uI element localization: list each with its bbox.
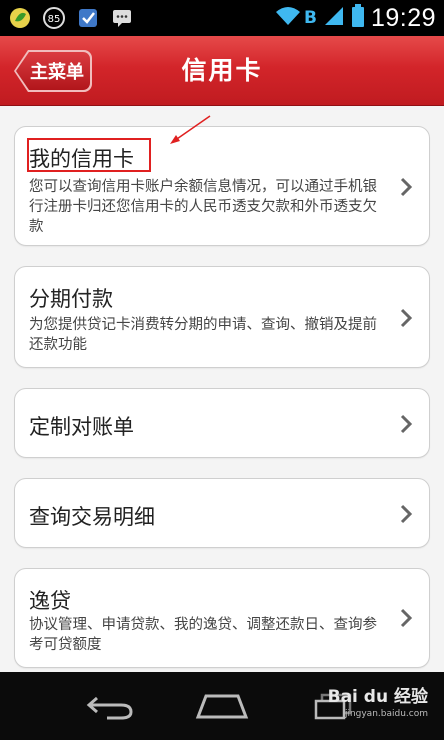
system-nav-bar: Bai du 经验 jingyan.baidu.com [0, 672, 444, 740]
annotation-highlight-box [27, 138, 151, 172]
back-arrow-icon [86, 696, 133, 720]
leaf-app-icon [8, 6, 32, 30]
menu-item-desc: 您可以查询信用卡账户余额信息情况，可以通过手机银行注册卡归还您信用卡的人民币透支… [29, 179, 377, 235]
home-icon [195, 694, 249, 719]
menu-list: 我的信用卡 您可以查询信用卡账户余额信息情况，可以通过手机银行注册卡归还您信用卡… [0, 106, 444, 672]
back-button-label: 主菜单 [16, 52, 90, 90]
menu-item-title: 分期付款 [29, 287, 113, 311]
watermark-sub: jingyan.baidu.com [344, 709, 428, 719]
signal-icon [323, 5, 345, 31]
status-bar: 85 B 19:29 [0, 0, 444, 36]
circle-85-icon: 85 [42, 6, 66, 30]
menu-item-title: 查询交易明细 [29, 505, 155, 529]
menu-item-custom-statement[interactable]: 定制对账单 [14, 388, 430, 458]
menu-item-title: 定制对账单 [29, 415, 134, 439]
clock-time: 19:29 [370, 3, 436, 32]
chat-app-icon [110, 6, 134, 30]
network-letter: B [303, 8, 317, 28]
check-app-icon [76, 6, 100, 30]
back-button[interactable]: 主菜单 [14, 50, 92, 92]
chevron-right-icon [400, 608, 413, 628]
annotation-arrow-icon [170, 115, 211, 144]
chevron-right-icon [400, 504, 413, 524]
menu-item-desc: 协议管理、申请贷款、我的逸贷、调整还款日、查询参考可贷额度 [29, 617, 377, 653]
status-indicators: B 19:29 [274, 4, 444, 33]
chevron-right-icon [400, 414, 413, 434]
menu-item-easy-loan[interactable]: 逸贷 协议管理、申请贷款、我的逸贷、调整还款日、查询参考可贷额度 [14, 568, 430, 668]
notification-icons: 85 [0, 6, 134, 30]
chevron-right-icon [400, 177, 413, 197]
chevron-right-icon [400, 308, 413, 328]
menu-item-transaction-details[interactable]: 查询交易明细 [14, 478, 430, 548]
menu-item-installment[interactable]: 分期付款 为您提供贷记卡消费转分期的申请、查询、撤销及提前还款功能 [14, 266, 430, 368]
title-bar: 主菜单 信用卡 [0, 36, 444, 106]
menu-item-desc: 为您提供贷记卡消费转分期的申请、查询、撤销及提前还款功能 [29, 317, 377, 353]
wifi-icon [274, 5, 302, 31]
watermark-main: Bai du 经验 [327, 687, 428, 707]
back-nav-button[interactable] [80, 688, 140, 724]
circle-badge-text: 85 [48, 14, 61, 25]
battery-icon [351, 4, 365, 32]
home-nav-button[interactable] [192, 688, 252, 724]
menu-item-title: 逸贷 [29, 589, 71, 613]
baidu-watermark: Bai du 经验 jingyan.baidu.com [328, 682, 428, 719]
